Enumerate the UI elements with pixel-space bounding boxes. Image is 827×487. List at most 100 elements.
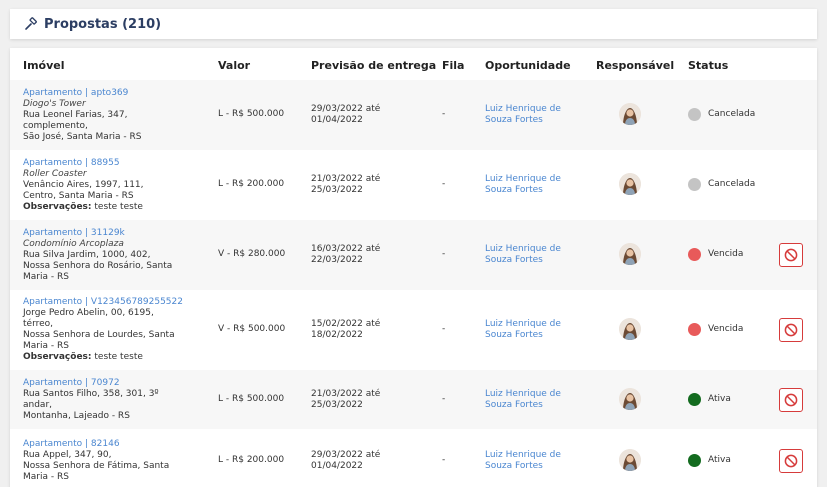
property-address-line: Montanha, Lajeado - RS <box>23 411 130 421</box>
status-label: Ativa <box>708 455 731 465</box>
responsible-avatar[interactable] <box>619 103 641 125</box>
table-header: Imóvel Valor Previsão de entrega Fila Op… <box>10 48 817 80</box>
opportunity-name-line: Luiz Henrique de <box>485 450 561 460</box>
delivery-forecast-cell: 29/03/2022 até 01/04/2022 <box>311 104 380 126</box>
property-cell: Apartamento | 31129k Condomínio Arcoplaza… <box>23 228 213 283</box>
person-avatar-icon <box>619 449 641 471</box>
delivery-forecast-start: 21/03/2022 até <box>311 389 381 399</box>
table-row[interactable]: Apartamento | 88955 Roller Coaster Venânci… <box>10 150 817 220</box>
opportunity-name-line: Luiz Henrique de <box>485 319 561 329</box>
prohibited-icon <box>784 393 798 407</box>
queue-cell: - <box>442 394 446 404</box>
property-link[interactable]: Apartamento | V123456789255522 <box>23 297 213 308</box>
opportunity-link[interactable]: Luiz Henrique de Souza Fortes <box>485 244 561 266</box>
column-header-previsao[interactable]: Previsão de entrega <box>311 59 436 72</box>
column-header-status[interactable]: Status <box>688 59 728 72</box>
opportunity-link[interactable]: Luiz Henrique de Souza Fortes <box>485 450 561 472</box>
table-row[interactable]: Apartamento | 70972 Rua Santos Filho, 358… <box>10 370 817 429</box>
prohibited-icon <box>784 454 798 468</box>
opportunity-link[interactable]: Luiz Henrique de Souza Fortes <box>485 389 561 411</box>
property-cell: Apartamento | 82146 Rua Appel, 347, 90, No… <box>23 439 213 483</box>
status-label: Cancelada <box>708 179 756 189</box>
person-avatar-icon <box>619 173 641 195</box>
status-dot-icon <box>688 323 701 336</box>
queue-cell: - <box>442 109 446 119</box>
cancel-proposal-button[interactable] <box>779 243 803 267</box>
observations-label: Observações: <box>23 352 92 362</box>
value-cell: V - R$ 280.000 <box>218 249 286 259</box>
property-address-line: Maria - RS <box>23 272 69 282</box>
cancel-proposal-button[interactable] <box>779 318 803 342</box>
responsible-avatar[interactable] <box>619 243 641 265</box>
column-header-oportunidade[interactable]: Oportunidade <box>485 59 571 72</box>
status-dot-icon <box>688 393 701 406</box>
column-header-responsavel[interactable]: Responsável <box>596 59 674 72</box>
opportunity-link[interactable]: Luiz Henrique de Souza Fortes <box>485 174 561 196</box>
table-row[interactable]: Apartamento | 82146 Rua Appel, 347, 90, No… <box>10 429 817 487</box>
property-link[interactable]: Apartamento | apto369 <box>23 88 213 99</box>
opportunity-name-line: Luiz Henrique de <box>485 244 561 254</box>
property-address-line: Nossa Senhora de Fátima, Santa <box>23 461 170 471</box>
property-observations: Observações: teste teste <box>23 202 213 213</box>
property-address-line: Rua Santos Filho, 358, 301, 3º <box>23 389 159 399</box>
delivery-forecast-end: 01/04/2022 <box>311 115 363 125</box>
observations-value: teste teste <box>91 352 143 362</box>
property-address-line: Rua Appel, 347, 90, <box>23 450 112 460</box>
status-dot-icon <box>688 178 701 191</box>
cancel-proposal-button[interactable] <box>779 449 803 473</box>
delivery-forecast-end: 22/03/2022 <box>311 255 363 265</box>
property-link[interactable]: Apartamento | 70972 <box>23 378 213 389</box>
property-cell: Apartamento | apto369 Diogo's Tower Rua Le… <box>23 88 213 143</box>
status-dot-icon <box>688 108 701 121</box>
property-address-line: Centro, Santa Maria - RS <box>23 191 134 201</box>
opportunity-link[interactable]: Luiz Henrique de Souza Fortes <box>485 104 561 126</box>
table-row[interactable]: Apartamento | apto369 Diogo's Tower Rua Le… <box>10 80 817 150</box>
prohibited-icon <box>784 323 798 337</box>
opportunity-link[interactable]: Luiz Henrique de Souza Fortes <box>485 319 561 341</box>
queue-cell: - <box>442 324 446 334</box>
delivery-forecast-start: 15/02/2022 até <box>311 319 381 329</box>
value-cell: L - R$ 500.000 <box>218 394 285 404</box>
table-row[interactable]: Apartamento | 31129k Condomínio Arcoplaza… <box>10 220 817 290</box>
table-row[interactable]: Apartamento | V123456789255522 Jorge Pedr… <box>10 290 817 370</box>
property-address-line: Rua Leonel Farias, 347, <box>23 110 128 120</box>
property-link[interactable]: Apartamento | 82146 <box>23 439 213 450</box>
column-header-fila[interactable]: Fila <box>442 59 464 72</box>
delivery-forecast-cell: 29/03/2022 até 01/04/2022 <box>311 450 380 472</box>
page-title: Propostas (210) <box>44 16 162 32</box>
opportunity-name-line: Luiz Henrique de <box>485 174 561 184</box>
queue-cell: - <box>442 179 446 189</box>
property-cell: Apartamento | 70972 Rua Santos Filho, 358… <box>23 378 213 422</box>
value-cell: L - R$ 500.000 <box>218 109 285 119</box>
responsible-avatar[interactable] <box>619 318 641 340</box>
value-cell: V - R$ 500.000 <box>218 324 286 334</box>
person-avatar-icon <box>619 103 641 125</box>
opportunity-name-line: Souza Fortes <box>485 461 543 471</box>
property-address-line: Maria - RS <box>23 472 69 482</box>
property-address-line: Rua Silva Jardim, 1000, 402, <box>23 250 151 260</box>
opportunity-name-line: Souza Fortes <box>485 115 543 125</box>
property-name: Roller Coaster <box>23 169 87 179</box>
queue-cell: - <box>442 455 446 465</box>
property-link[interactable]: Apartamento | 88955 <box>23 158 213 169</box>
responsible-avatar[interactable] <box>619 173 641 195</box>
delivery-forecast-start: 16/03/2022 até <box>311 244 381 254</box>
opportunity-name-line: Luiz Henrique de <box>485 104 561 114</box>
property-link[interactable]: Apartamento | 31129k <box>23 228 213 239</box>
property-address-line: Maria - RS <box>23 341 69 351</box>
opportunity-name-line: Souza Fortes <box>485 400 543 410</box>
delivery-forecast-cell: 21/03/2022 até 25/03/2022 <box>311 174 380 196</box>
delivery-forecast-end: 18/02/2022 <box>311 330 363 340</box>
property-address-line: andar, <box>23 400 53 410</box>
column-header-valor[interactable]: Valor <box>218 59 250 72</box>
person-avatar-icon <box>619 243 641 265</box>
cancel-proposal-button[interactable] <box>779 388 803 412</box>
property-address-line: São José, Santa Maria - RS <box>23 132 142 142</box>
column-header-imovel[interactable]: Imóvel <box>23 59 65 72</box>
responsible-avatar[interactable] <box>619 449 641 471</box>
status-label: Vencida <box>708 324 744 334</box>
property-cell: Apartamento | V123456789255522 Jorge Pedr… <box>23 297 213 363</box>
opportunity-name-line: Luiz Henrique de <box>485 389 561 399</box>
responsible-avatar[interactable] <box>619 388 641 410</box>
opportunity-name-line: Souza Fortes <box>485 255 543 265</box>
